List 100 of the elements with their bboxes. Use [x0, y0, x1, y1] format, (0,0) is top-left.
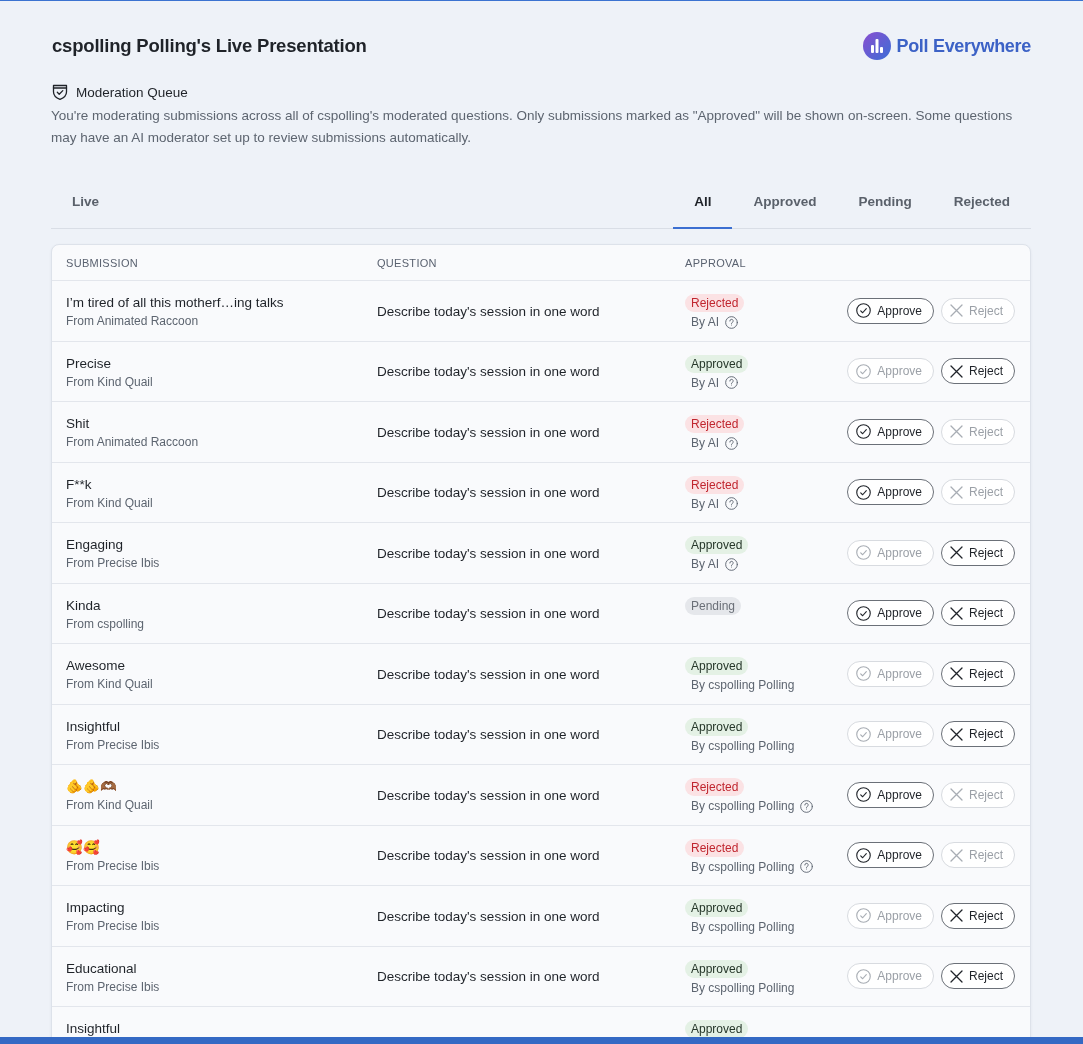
check-circle-icon	[856, 847, 872, 863]
help-icon[interactable]	[725, 376, 738, 389]
question-text: Describe today's session in one word	[377, 424, 600, 440]
author-text: From Precise Ibis	[66, 919, 161, 933]
tab[interactable]: Live	[51, 175, 120, 229]
moderator-text: By AI	[691, 496, 719, 511]
close-icon	[950, 546, 963, 560]
status-badge: Rejected	[685, 475, 745, 494]
help-icon[interactable]	[725, 315, 738, 329]
approve-button[interactable]: Approve	[847, 418, 934, 445]
author-text: From Precise Ibis	[66, 979, 161, 994]
reject-button[interactable]: Reject	[941, 539, 1015, 566]
check-circle-icon	[856, 666, 872, 682]
moderator-text: By AI	[691, 436, 719, 450]
check-circle-icon	[856, 545, 872, 561]
moderator-text: By cspolling Polling	[691, 920, 795, 934]
question-text: Describe today's session in one word	[377, 545, 600, 561]
author-text: From Kind Quail	[66, 374, 154, 389]
shield-check-icon	[51, 83, 69, 101]
author-text: From Precise Ibis	[66, 737, 161, 752]
close-icon	[950, 667, 963, 681]
question-text: Describe today's session in one word	[377, 303, 600, 319]
status-badge: Approved	[685, 657, 749, 675]
status-badge: Pending	[685, 596, 742, 615]
submission-text: Engaging	[66, 537, 125, 552]
author-text: From Precise Ibis	[66, 858, 161, 873]
status-badge: Rejected	[685, 838, 745, 857]
approve-button[interactable]: Approve	[847, 600, 934, 627]
help-icon[interactable]	[725, 497, 738, 510]
status-badge: Approved	[685, 354, 749, 373]
tab[interactable]: Approved	[732, 175, 838, 229]
moderator-text: By cspolling Polling	[691, 738, 795, 753]
section-heading: Moderation Queue	[76, 84, 188, 100]
question-text: Describe today's session in one word	[377, 666, 600, 682]
close-icon	[950, 788, 963, 802]
reject-button[interactable]: Reject	[941, 358, 1015, 385]
check-circle-icon	[856, 303, 872, 319]
close-icon	[950, 848, 963, 862]
help-icon[interactable]	[725, 436, 738, 450]
question-text: Describe today's session in one word	[377, 908, 600, 924]
page-title: cspolling Polling's Live Presentation	[51, 35, 367, 57]
check-circle-icon	[856, 363, 872, 379]
status-badge: Rejected	[685, 294, 745, 312]
approve-button[interactable]: Approve	[847, 479, 934, 506]
close-icon	[950, 485, 963, 499]
close-icon	[950, 364, 963, 378]
moderator-text: By AI	[691, 375, 719, 390]
question-text: Describe today's session in one word	[377, 787, 600, 803]
question-text: Describe today's session in one word	[377, 606, 600, 622]
check-circle-icon	[856, 968, 872, 984]
question-text: Describe today's session in one word	[377, 727, 600, 743]
moderator-text: By AI	[691, 315, 719, 329]
author-text: From Kind Quail	[66, 495, 154, 510]
close-icon	[950, 425, 963, 439]
help-icon[interactable]	[725, 557, 738, 571]
check-circle-icon	[856, 605, 872, 621]
moderator-text: By cspolling Polling	[691, 799, 795, 813]
reject-button[interactable]: Reject	[941, 600, 1015, 627]
approve-button[interactable]: Approve	[847, 781, 934, 808]
author-text: From Animated Raccoon	[66, 435, 200, 449]
submission-text: Precise	[66, 355, 112, 371]
close-icon	[950, 606, 963, 620]
tab[interactable]: Rejected	[932, 175, 1031, 229]
tab[interactable]: All	[673, 175, 733, 229]
submission-text: Insightful	[66, 718, 122, 734]
moderator-text: By cspolling Polling	[691, 678, 795, 692]
tab[interactable]: Pending	[837, 175, 933, 229]
status-badge: Approved	[685, 959, 749, 978]
reject-button[interactable]: Reject	[941, 963, 1015, 990]
submission-text: Educational	[66, 960, 138, 976]
column-header: SUBMISSION	[66, 256, 140, 269]
check-circle-icon	[856, 908, 872, 924]
submission-text: Awesome	[66, 658, 127, 673]
reject-button[interactable]: Reject	[941, 902, 1015, 929]
author-text: From Animated Raccoon	[66, 314, 200, 328]
author-text: From Precise Ibis	[66, 556, 161, 570]
status-badge: Approved	[685, 536, 749, 554]
approve-button[interactable]: Approve	[847, 297, 934, 324]
column-header: QUESTION	[377, 256, 438, 269]
question-text: Describe today's session in one word	[377, 969, 600, 985]
moderator-text: By AI	[691, 557, 719, 571]
author-text: From Kind Quail	[66, 798, 154, 812]
help-icon[interactable]	[800, 860, 814, 873]
submission-text: F**k	[66, 476, 93, 492]
status-badge: Rejected	[685, 415, 745, 433]
reject-button[interactable]: Reject	[941, 721, 1015, 748]
reject-button[interactable]: Reject	[941, 660, 1015, 687]
check-circle-icon	[856, 787, 872, 803]
status-badge: Approved	[685, 717, 749, 736]
logo-text: Poll Everywhere	[896, 35, 1031, 57]
approve-button[interactable]: Approve	[847, 842, 934, 869]
column-header: APPROVAL	[685, 256, 747, 269]
status-badge: Rejected	[685, 778, 745, 796]
submission-text: 🥰🥰	[66, 839, 101, 855]
help-icon[interactable]	[800, 799, 814, 813]
close-icon	[950, 304, 963, 318]
question-text: Describe today's session in one word	[377, 848, 600, 864]
author-text: From Kind Quail	[66, 677, 154, 691]
submission-text: Impacting	[66, 900, 126, 915]
status-badge: Approved	[685, 899, 749, 917]
